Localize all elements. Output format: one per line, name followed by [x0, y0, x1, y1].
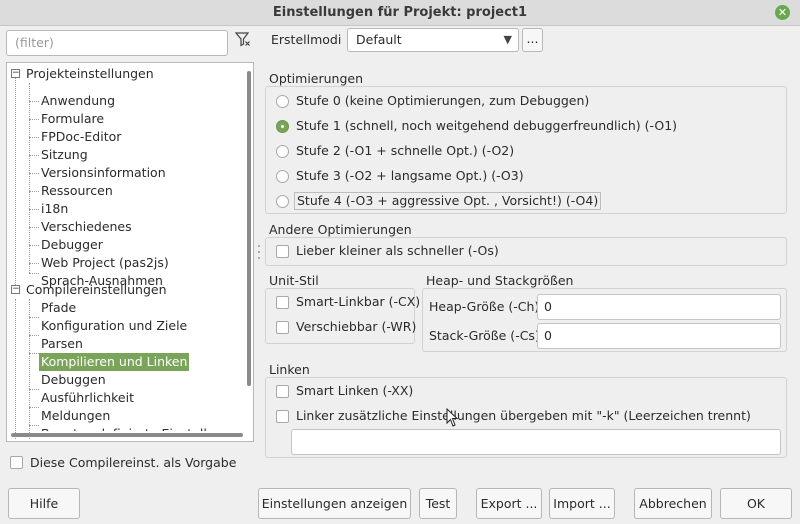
- close-icon[interactable]: ✕: [775, 5, 790, 20]
- opt-level-2-radio[interactable]: [276, 145, 289, 158]
- heap-size-label: Heap-Größe (-Ch): [429, 299, 540, 314]
- tree-item-sitzung[interactable]: Sitzung: [41, 146, 88, 164]
- scrollbar-thumb[interactable]: [11, 433, 243, 437]
- tree-item-debuggen[interactable]: Debuggen: [41, 371, 106, 389]
- relocatable-checkbox[interactable]: [276, 321, 289, 334]
- options-tree[interactable]: − Projekteinstellungen Anwendung Formula…: [6, 62, 254, 442]
- ok-button[interactable]: OK: [720, 488, 792, 519]
- import-button[interactable]: Import ...: [549, 488, 615, 519]
- test-button[interactable]: Test: [419, 488, 457, 519]
- optimizations-title: Optimierungen: [269, 71, 364, 86]
- tree-item-meldungen[interactable]: Meldungen: [41, 407, 110, 425]
- collapse-icon[interactable]: −: [11, 69, 20, 78]
- show-options-button[interactable]: Einstellungen anzeigen: [258, 488, 411, 519]
- smart-link-label: Smart Linken (-XX): [296, 383, 414, 398]
- tree-group-compilereinstellungen[interactable]: Compilereinstellungen: [26, 281, 167, 299]
- tree-item-konfiguration[interactable]: Konfiguration und Ziele: [41, 317, 187, 335]
- smartlink-checkbox[interactable]: [276, 296, 289, 309]
- heap-size-input[interactable]: 0: [537, 294, 781, 320]
- linking-title: Linken: [269, 362, 310, 377]
- splitter-grip[interactable]: [258, 251, 260, 253]
- export-button[interactable]: Export ...: [476, 488, 542, 519]
- collapse-icon[interactable]: −: [11, 285, 20, 294]
- stack-size-value: 0: [544, 328, 552, 343]
- window-titlebar: Einstellungen für Projekt: project1: [0, 0, 800, 26]
- help-button[interactable]: Hilfe: [8, 488, 80, 519]
- tree-item-web-project[interactable]: Web Project (pas2js): [41, 254, 169, 272]
- build-mode-more-button[interactable]: ...: [522, 28, 543, 52]
- linker-options-checkbox[interactable]: [276, 410, 289, 423]
- build-mode-label: Erstellmodi: [271, 32, 342, 47]
- tree-item-pfade[interactable]: Pfade: [41, 299, 76, 317]
- tree-item-anwendung[interactable]: Anwendung: [41, 92, 115, 110]
- tree-item-verschiedenes[interactable]: Verschiedenes: [41, 218, 132, 236]
- tree-item-ausfuehrlichkeit[interactable]: Ausführlichkeit: [41, 389, 134, 407]
- opt-level-0-radio[interactable]: [276, 95, 289, 108]
- opt-level-0-label: Stufe 0 (keine Optimierungen, zum Debugg…: [296, 93, 590, 108]
- chevron-down-icon: ▼: [503, 33, 512, 46]
- smaller-checkbox[interactable]: [276, 245, 289, 258]
- scrollbar-thumb[interactable]: [247, 71, 251, 386]
- splitter-grip[interactable]: [258, 257, 260, 259]
- linker-options-label: Linker zusätzliche Einstellungen übergeb…: [296, 408, 751, 423]
- build-mode-select[interactable]: Default ▼: [347, 28, 519, 52]
- linker-options-input[interactable]: [291, 429, 781, 455]
- opt-level-4-label: Stufe 4 (-O3 + aggressive Opt. , Vorsich…: [294, 192, 602, 210]
- filter-input[interactable]: (filter): [6, 30, 228, 56]
- unit-style-title: Unit-Stil: [269, 273, 319, 288]
- other-optimizations-title: Andere Optimierungen: [269, 222, 412, 237]
- smaller-label: Lieber kleiner als schneller (-Os): [296, 243, 499, 258]
- tree-item-kompilieren-und-linken[interactable]: Kompilieren und Linken: [39, 353, 190, 371]
- opt-level-3-radio[interactable]: [276, 170, 289, 183]
- opt-level-4-radio[interactable]: [276, 195, 289, 208]
- heap-stack-title: Heap- und Stackgrößen: [426, 273, 574, 288]
- tree-item-ressourcen[interactable]: Ressourcen: [41, 182, 113, 200]
- tree-item-parsen[interactable]: Parsen: [41, 335, 83, 353]
- smart-link-checkbox[interactable]: [276, 385, 289, 398]
- cancel-button[interactable]: Abbrechen: [634, 488, 712, 519]
- stack-size-input[interactable]: 0: [537, 323, 781, 349]
- mouse-cursor-icon: [446, 407, 459, 431]
- tree-item-i18n[interactable]: i18n: [41, 200, 68, 218]
- tree-vertical-scrollbar[interactable]: [245, 65, 253, 425]
- heap-size-value: 0: [544, 299, 552, 314]
- splitter-grip[interactable]: [258, 245, 260, 247]
- tree-item-formulare[interactable]: Formulare: [41, 110, 104, 128]
- default-checkbox[interactable]: [10, 456, 23, 469]
- smartlink-label: Smart-Linkbar (-CX): [296, 294, 421, 309]
- opt-level-3-label: Stufe 3 (-O2 + langsame Opt.) (-O3): [296, 168, 524, 183]
- tree-item-debugger[interactable]: Debugger: [41, 236, 103, 254]
- filter-placeholder: (filter): [15, 35, 54, 50]
- relocatable-label: Verschiebbar (-WR): [296, 319, 417, 334]
- tree-horizontal-scrollbar[interactable]: [9, 431, 245, 439]
- opt-level-1-label: Stufe 1 (schnell, noch weitgehend debugg…: [296, 118, 678, 133]
- build-mode-value: Default: [356, 32, 402, 47]
- stack-size-label: Stack-Größe (-Cs): [429, 328, 540, 343]
- opt-level-2-label: Stufe 2 (-O1 + schnelle Opt.) (-O2): [296, 143, 515, 158]
- window-title: Einstellungen für Projekt: project1: [272, 5, 528, 20]
- tree-item-fpdoc-editor[interactable]: FPDoc-Editor: [41, 128, 121, 146]
- opt-level-1-radio[interactable]: [276, 120, 289, 133]
- filter-clear-icon[interactable]: [232, 30, 254, 56]
- tree-group-projekteinstellungen[interactable]: Projekteinstellungen: [26, 65, 154, 83]
- default-checkbox-label: Diese Compilereinst. als Vorgabe: [30, 455, 237, 470]
- tree-item-versionsinformation[interactable]: Versionsinformation: [41, 164, 166, 182]
